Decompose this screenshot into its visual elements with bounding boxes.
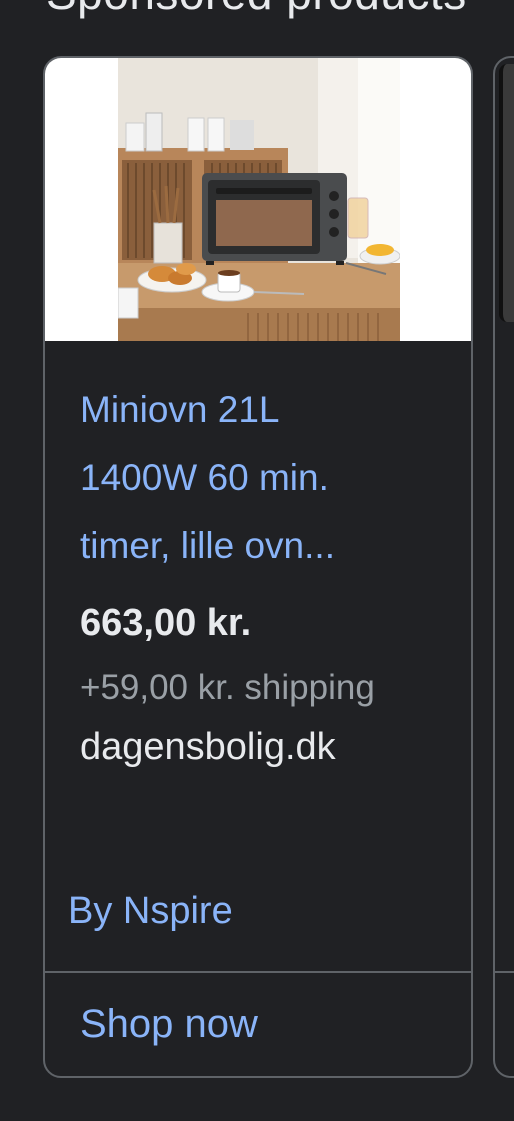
shipping-cost: +59,00 kr. shipping: [80, 668, 375, 707]
next-product-image[interactable]: [499, 64, 514, 322]
section-heading: Sponsored products: [46, 0, 467, 20]
product-price: 663,00 kr.: [80, 602, 252, 644]
next-card-divider: [495, 971, 514, 973]
advertiser-link[interactable]: By Nspire: [68, 890, 233, 933]
page: Sponsored products: [0, 0, 514, 1121]
next-product-card[interactable]: [493, 56, 514, 1078]
shop-now-button[interactable]: Shop now: [80, 1002, 258, 1047]
merchant-name: dagensbolig.dk: [80, 726, 336, 768]
product-title[interactable]: Miniovn 21L 1400W 60 min. timer, lille o…: [80, 376, 400, 580]
product-card[interactable]: Miniovn 21L 1400W 60 min. timer, lille o…: [43, 56, 473, 1078]
product-image[interactable]: [45, 58, 471, 341]
card-divider: [45, 971, 471, 973]
toaster-oven-product-photo-icon: [118, 58, 400, 341]
